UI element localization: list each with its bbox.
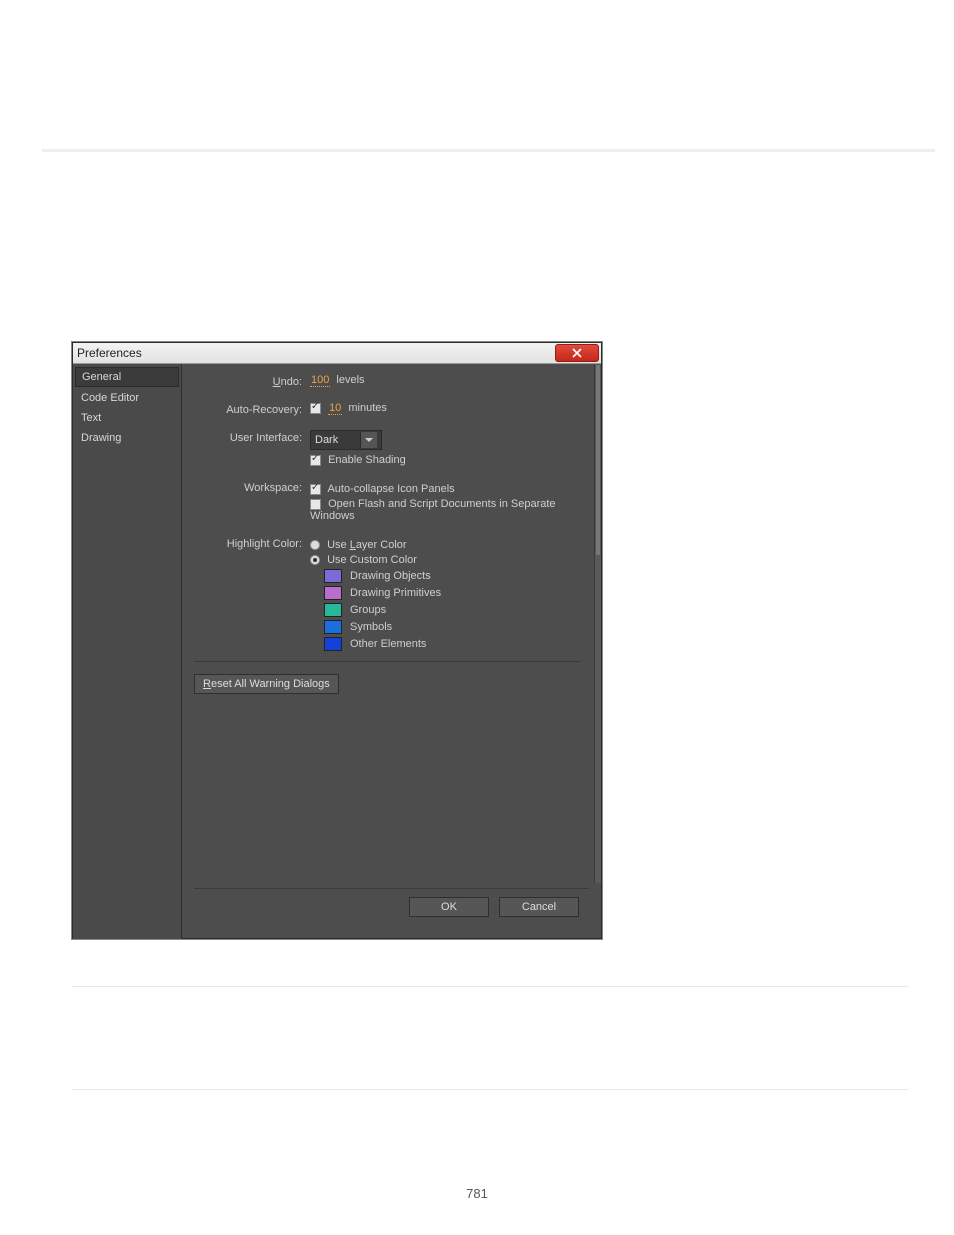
auto-recovery-checkbox[interactable] [310,403,321,414]
auto-recovery-value-input[interactable]: 10 [328,402,342,415]
enable-shading-label: Enable Shading [328,454,406,466]
row-auto-recovery: Auto-Recovery: 10 minutes [194,402,581,416]
enable-shading-field: Enable Shading [310,454,581,466]
document-page: Preferences General Code Editor Text [0,0,954,1235]
auto-collapse-label: Auto-collapse Icon Panels [327,483,454,495]
dialog-title: Preferences [77,346,142,360]
auto-recovery-label: Auto-Recovery: [194,402,310,416]
titlebar[interactable]: Preferences [73,343,601,364]
highlight-color-item: Other Elements [324,637,581,651]
highlight-color-item-label: Drawing Primitives [350,587,441,599]
close-icon [572,348,582,358]
auto-recovery-units: minutes [348,402,387,414]
highlight-color-item: Drawing Objects [324,569,581,583]
undo-label: Undo: [194,374,310,388]
highlight-color-item: Groups [324,603,581,617]
workspace-field: Auto-collapse Icon Panels Open Flash and… [310,480,581,522]
highlight-use-layer: Use Layer Color [310,539,581,551]
highlight-color-item-label: Symbols [350,621,392,633]
sidebar-item-drawing[interactable]: Drawing [73,428,181,448]
workspace-separate-windows: Open Flash and Script Documents in Separ… [310,498,581,522]
page-number: 781 [0,1186,954,1201]
use-layer-color-radio[interactable] [310,540,320,550]
highlight-color-list: Drawing Objects Drawing Primitives Groups S… [310,569,581,651]
dialog-button-row: OK Cancel [194,888,589,927]
color-swatch[interactable] [324,620,342,634]
page-divider [72,1089,908,1090]
ok-button[interactable]: OK [409,897,489,917]
scrollbar[interactable] [594,364,601,883]
user-interface-field: Dark [310,430,581,450]
user-interface-select-value: Dark [315,434,338,446]
sidebar-item-label: General [82,371,121,383]
close-button[interactable] [555,344,599,362]
dialog-body: General Code Editor Text Drawing [73,364,601,939]
use-layer-color-label: Use Layer Color [327,539,407,551]
page-divider [72,986,908,987]
undo-field: 100 levels [310,374,581,387]
undo-value-input[interactable]: 100 [310,374,330,387]
highlight-use-custom: Use Custom Color [310,554,581,566]
sidebar-item-text[interactable]: Text [73,408,181,428]
highlight-color-item-label: Other Elements [350,638,426,650]
user-interface-select[interactable]: Dark [310,430,382,450]
sidebar-item-code-editor[interactable]: Code Editor [73,388,181,408]
top-rule [42,148,935,152]
color-swatch[interactable] [324,586,342,600]
highlight-color-item-label: Drawing Objects [350,570,431,582]
separate-windows-label: Open Flash and Script Documents in Separ… [310,498,556,522]
auto-recovery-field: 10 minutes [310,402,581,415]
sidebar-item-label: Code Editor [81,392,139,404]
workspace-label: Workspace: [194,480,310,494]
color-swatch[interactable] [324,569,342,583]
use-custom-color-label: Use Custom Color [327,554,417,566]
chevron-down-icon [360,432,377,448]
user-interface-label: User Interface: [194,430,310,444]
row-user-interface: User Interface: Dark [194,430,581,450]
undo-units: levels [336,374,364,386]
content-pane: Undo: 100 levels Auto-Recovery: 10 [182,364,601,939]
separate-windows-checkbox[interactable] [310,499,321,510]
row-highlight-color: Highlight Color: Use Layer Color Use Cus… [194,536,581,651]
highlight-color-item-label: Groups [350,604,386,616]
highlight-field: Use Layer Color Use Custom Color Drawing… [310,536,581,651]
sidebar-item-general[interactable]: General [75,367,179,387]
workspace-auto-collapse: Auto-collapse Icon Panels [310,483,581,495]
use-custom-color-radio[interactable] [310,555,320,565]
auto-collapse-checkbox[interactable] [310,484,321,495]
sidebar-item-label: Drawing [81,432,121,444]
highlight-color-item: Symbols [324,620,581,634]
reset-warning-dialogs-button[interactable]: Reset All Warning Dialogs [194,674,339,694]
highlight-color-item: Drawing Primitives [324,586,581,600]
highlight-label: Highlight Color: [194,536,310,550]
color-swatch[interactable] [324,637,342,651]
preferences-dialog: Preferences General Code Editor Text [72,342,602,939]
row-workspace: Workspace: Auto-collapse Icon Panels Ope… [194,480,581,522]
row-enable-shading: Enable Shading [194,454,581,466]
color-swatch[interactable] [324,603,342,617]
form-area: Undo: 100 levels Auto-Recovery: 10 [194,374,589,888]
section-divider [194,661,581,662]
enable-shading-checkbox[interactable] [310,455,321,466]
sidebar: General Code Editor Text Drawing [73,364,182,939]
scrollbar-thumb[interactable] [595,364,601,556]
cancel-button[interactable]: Cancel [499,897,579,917]
row-undo: Undo: 100 levels [194,374,581,388]
row-reset: Reset All Warning Dialogs [194,674,581,694]
sidebar-item-label: Text [81,412,101,424]
